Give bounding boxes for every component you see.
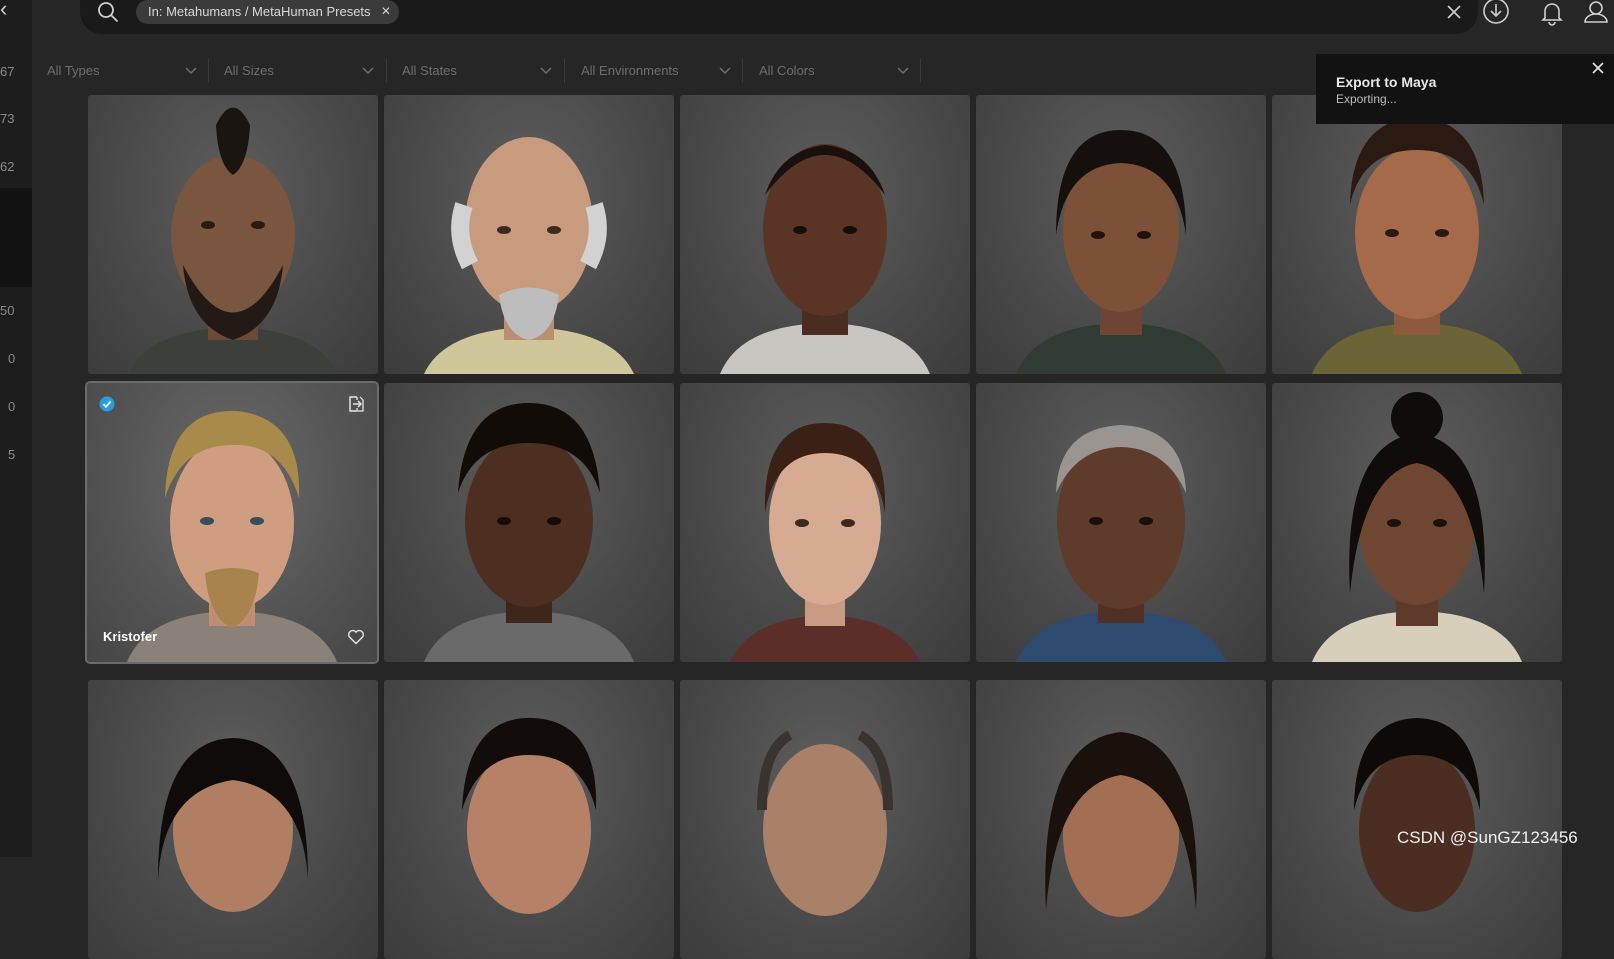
filter-divider	[386, 59, 387, 83]
rail-count: 67	[0, 64, 15, 79]
filter-divider	[920, 59, 921, 83]
filter-sizes-dropdown[interactable]: All Sizes	[224, 53, 374, 89]
preset-card-selected[interactable]: Kristofer	[87, 383, 377, 662]
preset-card[interactable]	[680, 95, 970, 374]
filter-environments-dropdown[interactable]: All Environments	[581, 53, 731, 89]
filter-label: All Sizes	[224, 63, 274, 78]
filter-states-dropdown[interactable]: All States	[402, 53, 552, 89]
filter-label: All Environments	[581, 63, 679, 78]
chevron-down-icon	[540, 67, 552, 75]
filter-types-dropdown[interactable]: All Types	[47, 53, 197, 89]
toast-title: Export to Maya	[1336, 74, 1437, 90]
left-rail: ‹ 67 73 62 50 0 0 5	[0, 0, 32, 857]
filter-label: All States	[402, 63, 457, 78]
chip-close-icon[interactable]: ×	[381, 0, 390, 24]
preset-card[interactable]	[976, 383, 1266, 662]
preset-card[interactable]	[1272, 680, 1562, 959]
filter-divider	[208, 59, 209, 83]
preset-card[interactable]	[976, 95, 1266, 374]
preset-card[interactable]	[384, 680, 674, 959]
preset-card[interactable]	[976, 680, 1266, 959]
back-chevron-icon[interactable]: ‹	[0, 0, 12, 20]
preset-card[interactable]	[88, 680, 378, 959]
rail-count: 0	[8, 351, 16, 366]
rail-count: 62	[0, 159, 15, 174]
portrait-image	[1016, 130, 1226, 374]
favorite-heart-icon[interactable]	[347, 628, 365, 646]
filter-divider	[564, 59, 565, 83]
preset-card[interactable]	[384, 383, 674, 662]
portrait-image	[1312, 117, 1522, 374]
toast-message: Exporting...	[1336, 92, 1397, 106]
chevron-down-icon	[897, 67, 909, 75]
chevron-down-icon	[719, 67, 731, 75]
filter-divider	[742, 59, 743, 83]
rail-selected-block	[0, 188, 32, 287]
portrait-image	[730, 423, 920, 662]
portrait-image	[462, 717, 597, 914]
rail-count: 73	[0, 111, 15, 126]
filter-label: All Colors	[759, 63, 815, 78]
filter-label: All Types	[47, 63, 100, 78]
selected-check-icon[interactable]	[99, 396, 115, 412]
chevron-down-icon	[362, 67, 374, 75]
portrait-image	[1354, 718, 1480, 912]
portrait-image	[720, 144, 930, 374]
search-bar[interactable]: In: Metahumans / MetaHuman Presets ×	[80, 0, 1478, 34]
portrait-image	[757, 730, 893, 916]
watermark-text: CSDN @SunGZ123456	[1397, 828, 1578, 847]
rail-count: 5	[8, 447, 16, 462]
portrait-image	[424, 403, 634, 662]
preset-name: Kristofer	[103, 629, 158, 644]
portrait-image	[128, 107, 338, 374]
scope-filter-label: In: Metahumans / MetaHuman Presets	[148, 4, 371, 19]
portrait-image	[158, 738, 308, 912]
rail-count: 0	[8, 399, 16, 414]
close-icon[interactable]	[1590, 60, 1606, 76]
portrait-image	[127, 410, 337, 662]
portrait-image	[1045, 732, 1197, 917]
portrait-image	[1016, 425, 1226, 662]
notification-bell-icon[interactable]	[1538, 0, 1566, 28]
filter-colors-dropdown[interactable]: All Colors	[759, 53, 909, 89]
preset-card[interactable]	[1272, 95, 1562, 374]
scope-filter-chip[interactable]: In: Metahumans / MetaHuman Presets ×	[136, 0, 399, 24]
export-toast: Export to Maya Exporting...	[1316, 54, 1614, 124]
portrait-image	[1312, 392, 1522, 662]
export-icon[interactable]	[347, 395, 365, 413]
portrait-image	[424, 137, 634, 374]
preset-card[interactable]	[680, 680, 970, 959]
top-bar: In: Metahumans / MetaHuman Presets ×	[32, 0, 1614, 44]
user-account-icon[interactable]	[1582, 0, 1610, 28]
download-icon[interactable]	[1482, 0, 1510, 28]
chevron-down-icon	[185, 67, 197, 75]
clear-search-icon[interactable]	[1444, 2, 1464, 22]
preset-card[interactable]	[1272, 383, 1562, 662]
rail-count: 50	[0, 303, 15, 318]
preset-card[interactable]	[680, 383, 970, 662]
preset-card[interactable]	[384, 95, 674, 374]
search-icon[interactable]	[96, 0, 120, 24]
preset-card[interactable]	[88, 95, 378, 374]
